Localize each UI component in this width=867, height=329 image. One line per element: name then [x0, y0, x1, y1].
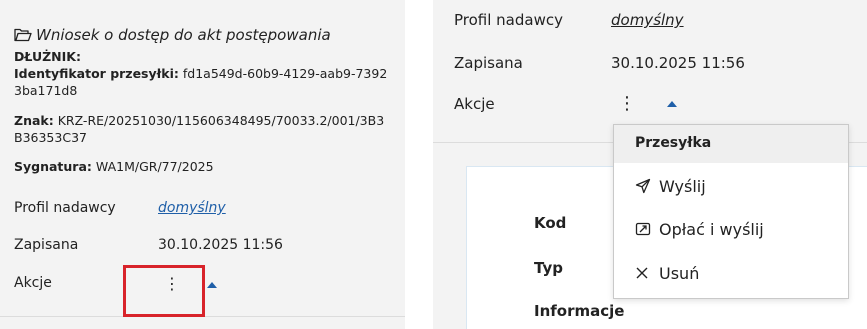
- delete-menu-item[interactable]: Usuń: [614, 253, 848, 293]
- shipment-id: Identyfikator przesyłki: fd1a549d-60b9-4…: [14, 65, 392, 99]
- shipment-id-label: Identyfikator przesyłki:: [14, 66, 179, 81]
- saved-label: Zapisana: [454, 54, 523, 72]
- saved-label: Zapisana: [14, 237, 79, 253]
- znak-value: KRZ-RE/20251030/115606348495/70033.2/001…: [14, 113, 385, 145]
- pay-and-send-menu-item[interactable]: Opłać i wyślij: [614, 209, 848, 249]
- debtor-label: DŁUŻNIK:: [14, 49, 81, 64]
- actions-label: Akcje: [14, 275, 52, 291]
- delete-label: Usuń: [659, 263, 700, 283]
- actions-dropdown-menu: Przesyłka Wyślij Opłać i wyślij Usuń: [613, 124, 849, 299]
- shipment-znak: Znak: KRZ-RE/20251030/115606348495/70033…: [14, 112, 392, 146]
- card-label-informacje: Informacje: [534, 302, 625, 320]
- highlight-annotation: [123, 265, 205, 317]
- pay-and-send-label: Opłać i wyślij: [659, 219, 764, 239]
- profile-link[interactable]: domyślny: [611, 11, 684, 29]
- actions-label: Akcje: [454, 95, 495, 113]
- shipment-sygnatura: Sygnatura: WA1M/GR/77/2025: [14, 158, 392, 175]
- saved-value: 30.10.2025 11:56: [611, 54, 745, 72]
- shipment-title-text: Wniosek o dostęp do akt postępowania: [36, 26, 331, 44]
- caret-up-icon[interactable]: [667, 101, 677, 107]
- caret-up-icon[interactable]: [207, 282, 217, 288]
- card-label-kod: Kod: [534, 214, 567, 232]
- profile-label: Profil nadawcy: [14, 200, 116, 216]
- profile-label: Profil nadawcy: [454, 11, 563, 29]
- saved-value: 30.10.2025 11:56: [158, 237, 283, 253]
- profile-link[interactable]: domyślny: [158, 200, 226, 216]
- card-label-typ: Typ: [534, 259, 563, 277]
- znak-label: Znak:: [14, 113, 54, 128]
- menu-header: Przesyłka: [614, 125, 848, 163]
- send-menu-item[interactable]: Wyślij: [614, 166, 848, 206]
- payment-icon: [635, 221, 657, 237]
- send-label: Wyślij: [659, 176, 706, 196]
- sygnatura-value: WA1M/GR/77/2025: [95, 159, 214, 174]
- more-actions-icon[interactable]: ⋮: [618, 95, 636, 113]
- sygnatura-label: Sygnatura:: [14, 159, 92, 174]
- gap: [405, 0, 433, 329]
- close-icon: [635, 266, 657, 280]
- shipment-title: Wniosek o dostęp do akt postępowania: [14, 26, 394, 46]
- folder-icon: [14, 28, 32, 46]
- send-icon: [635, 178, 657, 194]
